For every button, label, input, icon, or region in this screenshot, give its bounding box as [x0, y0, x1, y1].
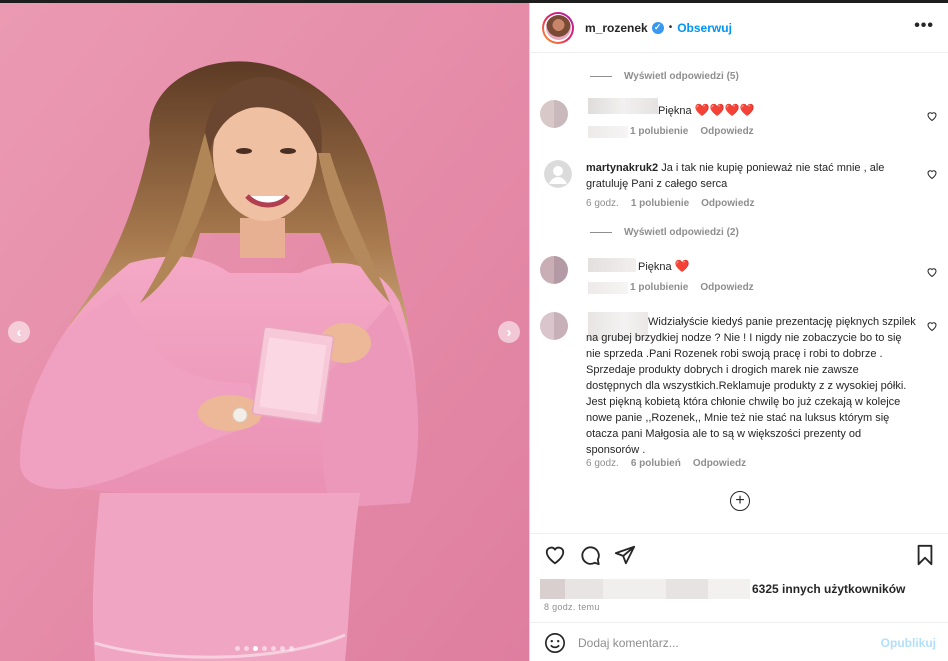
post-side-panel: m_rozenek ✓ • Obserwuj ••• Wyświetl odpo… [529, 3, 948, 661]
carousel-dot [280, 646, 285, 651]
author-avatar[interactable] [542, 11, 574, 44]
load-more-comments-icon[interactable]: + [730, 491, 750, 511]
add-comment-bar: Opublikuj [530, 622, 948, 661]
likes-summary[interactable]: 6325 innych użytkowników [540, 579, 905, 599]
more-options-icon[interactable]: ••• [914, 17, 934, 35]
author-username[interactable]: m_rozenek [585, 21, 648, 35]
header-separator: • [668, 22, 673, 33]
reply-button[interactable]: Odpowiedz [700, 126, 753, 137]
view-replies-button[interactable]: Wyświetl odpowiedzi (5) [590, 71, 739, 82]
previous-photo-button[interactable]: ‹ [8, 321, 30, 343]
view-replies-button[interactable]: Wyświetl odpowiedzi (2) [590, 227, 739, 238]
comment-likes[interactable]: 1 polubienie [630, 126, 688, 137]
carousel-dot [262, 646, 267, 651]
comment-text: Piękna ❤️❤️❤️❤️ [658, 103, 755, 117]
pixelated-username [588, 258, 636, 272]
comment-likes[interactable]: 1 polubienie [630, 282, 688, 293]
post-actions: 6325 innych użytkowników 8 godz. temu Op… [530, 533, 948, 661]
reply-button[interactable]: Odpowiedz [693, 458, 746, 469]
bookmark-icon[interactable] [914, 544, 936, 566]
carousel-dot [244, 646, 249, 651]
comment-text: martynakruk2 Ja i tak nie kupię ponieważ… [586, 162, 885, 190]
commenter-username[interactable]: martynakruk2 [586, 162, 658, 174]
carousel-dot [253, 646, 258, 651]
like-post-icon[interactable] [544, 544, 566, 566]
likes-text: 6325 innych użytkowników [752, 582, 906, 596]
post-time[interactable]: 8 godz. temu [544, 602, 600, 612]
comment-text: Widziałyście kiedyś panie prezentację pi… [586, 316, 916, 456]
comment-time[interactable]: 6 godz. [586, 198, 619, 209]
pixelated-username [588, 98, 658, 114]
view-replies-label: Wyświetl odpowiedzi (5) [624, 71, 739, 82]
pixelated-time [588, 282, 628, 294]
share-icon[interactable] [614, 544, 636, 566]
carousel-dot [289, 646, 294, 651]
like-comment-icon[interactable] [926, 168, 938, 180]
post-header: m_rozenek ✓ • Obserwuj ••• [530, 3, 948, 53]
photo-illustration [0, 3, 529, 661]
carousel-dot [271, 646, 276, 651]
comment-meta: 6 godz. 6 polubień Odpowiedz [586, 458, 746, 469]
comment-time[interactable]: 6 godz. [586, 458, 619, 469]
default-avatar-icon[interactable] [544, 160, 572, 188]
publish-button[interactable]: Opublikuj [881, 636, 936, 650]
comment-icon[interactable] [579, 544, 601, 566]
like-comment-icon[interactable] [926, 110, 938, 122]
carousel-dot [235, 646, 240, 651]
pixelated-likers [540, 579, 750, 599]
comment-likes[interactable]: 1 polubienie [631, 198, 689, 209]
emoji-icon[interactable] [544, 632, 566, 654]
commenter-avatar-pixelated[interactable] [540, 256, 568, 284]
commenter-avatar-pixelated[interactable] [540, 100, 568, 128]
follow-button[interactable]: Obserwuj [677, 21, 732, 35]
next-photo-button[interactable]: › [498, 321, 520, 343]
carousel-dots [0, 646, 529, 651]
reply-button[interactable]: Odpowiedz [700, 282, 753, 293]
reply-button[interactable]: Odpowiedz [701, 198, 754, 209]
verified-badge-icon: ✓ [651, 21, 664, 34]
comment-meta: 1 polubienie Odpowiedz [630, 282, 754, 293]
comment-input[interactable] [578, 635, 858, 650]
like-comment-icon[interactable] [926, 266, 938, 278]
commenter-avatar-pixelated[interactable] [540, 312, 568, 340]
pixelated-time [588, 126, 628, 138]
comment-meta: 6 godz. 1 polubienie Odpowiedz [586, 198, 755, 209]
comment-likes[interactable]: 6 polubień [631, 458, 681, 469]
post-photo: ‹ › [0, 3, 529, 661]
view-replies-label: Wyświetl odpowiedzi (2) [624, 227, 739, 238]
instagram-post-view: ‹ › m_rozenek ✓ • Obserwuj ••• Wyświetl … [0, 0, 948, 661]
comment-text: Piękna ❤️ [638, 259, 690, 273]
like-comment-icon[interactable] [926, 320, 938, 332]
action-icons [544, 544, 636, 566]
comments-list: Wyświetl odpowiedzi (5) Piękna ❤️❤️❤️❤️ … [530, 54, 948, 534]
comment-meta: 1 polubienie Odpowiedz [630, 126, 754, 137]
